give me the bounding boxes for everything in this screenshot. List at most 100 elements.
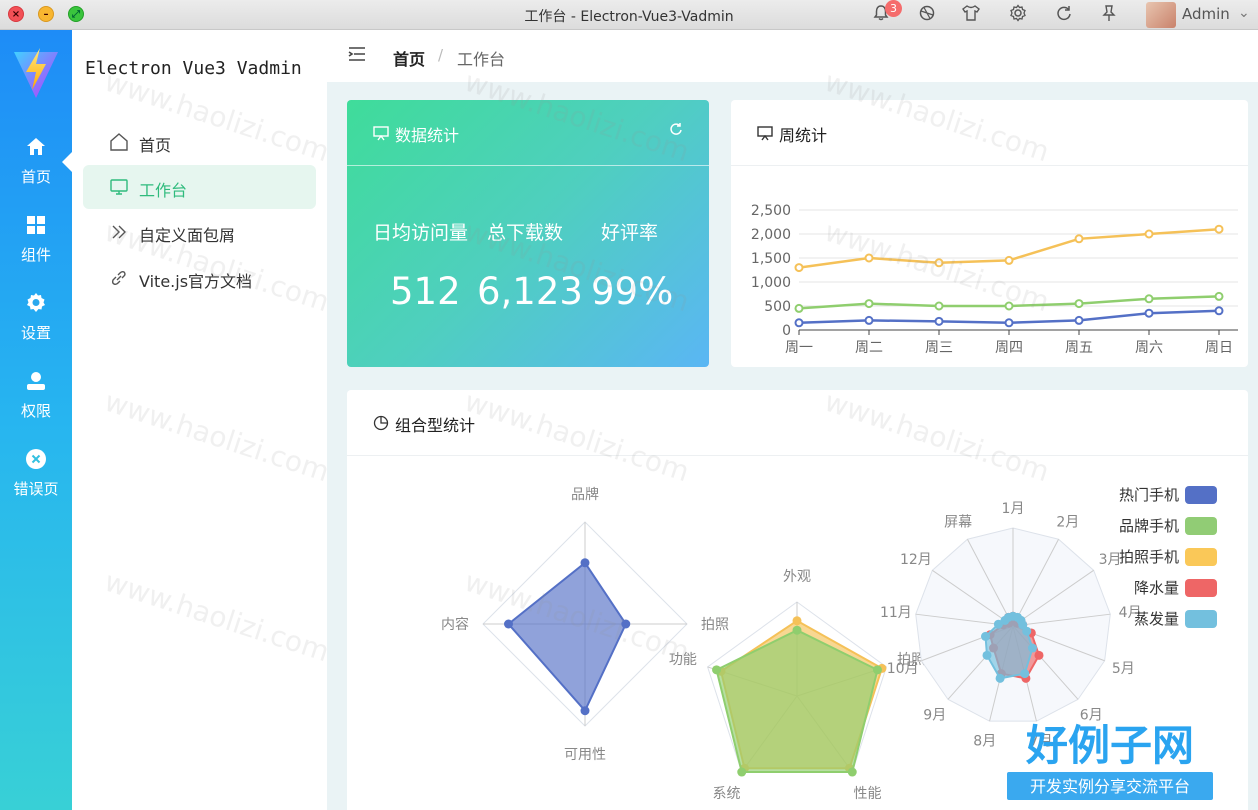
pin-icon[interactable] (1098, 4, 1120, 26)
week-card-title: 周统计 (779, 126, 828, 145)
data-point (1004, 301, 1014, 311)
stat-value-rating: 99% (591, 270, 674, 313)
x-tick-label: 周三 (925, 340, 953, 356)
data-point (864, 315, 874, 325)
grid-icon (24, 214, 48, 238)
card-title: 数据统计 (373, 122, 459, 146)
sidebar-item-home[interactable]: 首页 (83, 120, 316, 164)
sidebar-item-workbench[interactable]: 工作台 (83, 165, 316, 209)
legend-swatch (1185, 517, 1217, 535)
week-stats-card: 周统计 0 500 1,000 1,500 2,000 2,500 周一 周二 周三 周四 周五 周六… (731, 100, 1248, 367)
rail-item-error[interactable]: 错误页 (0, 440, 72, 510)
radar-point (737, 767, 747, 777)
radar-indicator-label: 11月 (880, 605, 912, 621)
close-circle-icon (24, 448, 48, 472)
rail-item-settings[interactable]: 设置 (0, 284, 72, 354)
monitor-icon (109, 177, 129, 197)
sidebar-item-label: Vite.js官方文档 (139, 272, 253, 291)
sidebar-item-breadcrumb[interactable]: 自定义面包屑 (83, 210, 316, 254)
pie-chart-icon (373, 415, 391, 435)
notification-badge: 3 (885, 0, 902, 17)
refresh-icon[interactable] (669, 122, 683, 140)
data-point (1004, 255, 1014, 265)
radar-point (1027, 643, 1037, 653)
user-name[interactable]: Admin (1182, 5, 1230, 23)
radar-point (847, 767, 857, 777)
radar-indicator-label: 可用性 (564, 747, 606, 763)
shirt-icon[interactable] (960, 4, 982, 26)
data-point (1214, 306, 1224, 316)
brand-name: 好例子网 (1025, 721, 1194, 770)
chevron-down-icon[interactable]: ⌄ (1238, 5, 1250, 21)
radar-indicator-label: 屏幕 (944, 515, 972, 531)
legend-label: 拍照手机 (1119, 548, 1179, 566)
card-header: 数据统计 (347, 100, 709, 166)
x-tick-label: 周二 (855, 340, 883, 356)
x-tick-label: 周四 (995, 340, 1023, 356)
rail-item-components[interactable]: 组件 (0, 206, 72, 276)
weekly-line-chart: 0 500 1,000 1,500 2,000 2,500 周一 周二 周三 周四 周五 周六 周日 (751, 203, 1238, 356)
radar-indicator-label: 品牌 (571, 486, 599, 503)
vite-logo-icon (14, 48, 58, 98)
radar-point (872, 665, 882, 675)
sidebar-item-vite-docs[interactable]: Vite.js官方文档 (83, 256, 316, 300)
haolizi-brand-logo: 好例子网 开发实例分享交流平台 (1007, 721, 1213, 800)
radar-point (580, 558, 590, 568)
card-header: 周统计 (731, 100, 1248, 166)
stats-card: 数据统计 日均访问量 总下载数 好评率 512 6,123 99% (347, 100, 709, 367)
stat-label-downloads: 总下载数 (487, 222, 564, 244)
rail-item-permissions[interactable]: 权限 (0, 362, 72, 432)
radar-indicator-label: 功能 (669, 652, 697, 668)
radar-point (1034, 650, 1044, 660)
main-content: 首页 / 工作台 数据统计 日均访问量 总下载数 好评率 512 6,123 9… (327, 30, 1258, 810)
legend-label: 蒸发量 (1134, 610, 1179, 628)
legend-swatch (1185, 548, 1217, 566)
app-name: Electron Vue3 Vadmin (85, 58, 302, 79)
x-tick-label: 周日 (1205, 340, 1233, 356)
data-point (794, 263, 804, 273)
avatar[interactable] (1146, 2, 1176, 28)
sidebar: Electron Vue3 Vadmin 首页 工作台 自定义面包屑 Vite.… (72, 30, 327, 810)
data-point (1144, 229, 1154, 239)
rail-item-label: 权限 (20, 402, 51, 420)
y-tick-label: 0 (782, 323, 791, 339)
data-point (934, 316, 944, 326)
x-tick-label: 周六 (1135, 340, 1163, 356)
data-point (1074, 299, 1084, 309)
data-point (794, 303, 804, 313)
combo-card-title: 组合型统计 (395, 416, 476, 435)
data-point (934, 301, 944, 311)
card-header: 组合型统计 (347, 390, 1248, 456)
radar-indicator-label: 内容 (441, 616, 469, 633)
globe-icon[interactable] (916, 4, 938, 26)
settings-gear-icon[interactable] (1007, 4, 1029, 26)
radar-point (981, 631, 991, 641)
stat-label-daily-visits: 日均访问量 (373, 222, 469, 244)
data-point (1144, 294, 1154, 304)
radar-indicator-label: 9月 (923, 707, 946, 723)
home-outline-icon (109, 132, 129, 152)
rail-item-label: 组件 (20, 246, 51, 264)
radar-point (621, 619, 631, 629)
radar-point (580, 706, 590, 716)
breadcrumb-home[interactable]: 首页 (393, 46, 425, 70)
stats-card-title: 数据统计 (395, 126, 460, 145)
legend-label: 降水量 (1134, 579, 1179, 597)
reload-icon[interactable] (1053, 4, 1075, 26)
sidebar-item-label: 自定义面包屑 (139, 226, 236, 245)
rail-item-label: 错误页 (13, 480, 59, 498)
x-tick-label: 周一 (785, 340, 813, 356)
brand-tagline: 开发实例分享交流平台 (1030, 777, 1190, 796)
data-point (1214, 291, 1224, 301)
radar-point (982, 650, 992, 660)
radar-indicator-label: 拍照 (701, 617, 729, 633)
legend-label: 热门手机 (1119, 486, 1179, 504)
radar-point (995, 673, 1005, 683)
monitor-icon (757, 125, 775, 145)
home-icon (24, 136, 48, 160)
card-title: 周统计 (757, 122, 827, 146)
sidebar-item-label: 首页 (139, 136, 172, 155)
collapse-menu-icon[interactable] (347, 45, 367, 68)
data-point (1004, 318, 1014, 328)
icon-rail: 首页 组件 设置 权限 错误页 (0, 30, 72, 810)
